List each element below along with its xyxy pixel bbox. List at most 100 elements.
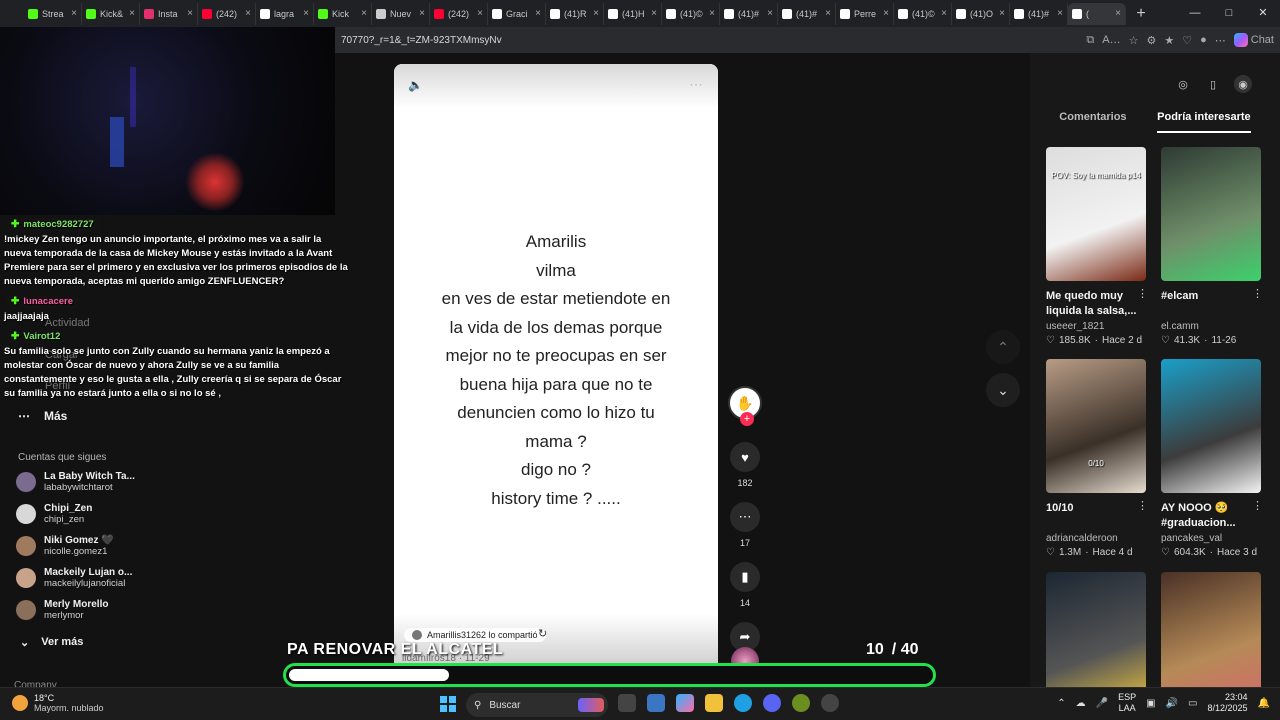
microphone-icon[interactable]: 🎤: [1096, 698, 1108, 709]
followed-account[interactable]: La Baby Witch Ta... lababywitchtarot: [16, 471, 135, 493]
close-tab-icon[interactable]: ×: [187, 8, 193, 19]
video-thumbnail[interactable]: 0/10: [1046, 359, 1146, 493]
browser-tab[interactable]: Graci ×: [488, 2, 546, 25]
card-more-icon[interactable]: ⋮: [1137, 287, 1148, 300]
see-more-button[interactable]: ⌄ Ver más: [20, 636, 83, 649]
close-window-button[interactable]: ✕: [1246, 0, 1280, 27]
url-text[interactable]: 70770?_r=1&_t=ZM-923TXMmsyNv: [341, 35, 1086, 46]
browser-tab[interactable]: (41)# ×: [1010, 2, 1068, 25]
profile-icon[interactable]: ●: [1200, 34, 1207, 46]
repost-icon[interactable]: ↻: [538, 627, 547, 640]
onedrive-icon[interactable]: ☁: [1076, 698, 1086, 709]
browser-tab[interactable]: Kick ×: [314, 2, 372, 25]
app-icon[interactable]: [792, 694, 810, 712]
start-button[interactable]: [440, 696, 456, 712]
close-tab-icon[interactable]: ×: [477, 8, 483, 19]
extensions-icon[interactable]: ⚙: [1146, 34, 1156, 47]
active-browser-tab[interactable]: (×: [1068, 2, 1126, 25]
battery-icon[interactable]: ▭: [1188, 698, 1197, 709]
close-tab-icon[interactable]: ×: [767, 8, 773, 19]
follow-plus-icon[interactable]: +: [740, 412, 754, 426]
browser-tab[interactable]: (242) ×: [198, 2, 256, 25]
weather-widget[interactable]: 18°C Mayorm. nublado: [12, 693, 104, 713]
browser-tab[interactable]: Perre ×: [836, 2, 894, 25]
browser-tab[interactable]: (41)H ×: [604, 2, 662, 25]
browser-tab[interactable]: (41)# ×: [778, 2, 836, 25]
shared-by-chip[interactable]: Amarillis31262 lo compartió: [404, 628, 546, 642]
chat-username-badge[interactable]: ✚ mateoc9282727: [6, 218, 99, 231]
address-bar[interactable]: 70770?_r=1&_t=ZM-923TXMmsyNv ⧉ A… ☆ ⚙ ★ …: [335, 27, 1280, 53]
chat-username-badge[interactable]: ✚ Vairot12: [6, 330, 66, 343]
file-explorer-icon[interactable]: [705, 694, 723, 712]
video-player[interactable]: 🔈 ⋯ Amarilis vilma en ves de estar metiend…: [394, 64, 718, 674]
creator-avatar[interactable]: ✋ +: [728, 386, 762, 426]
obs-icon[interactable]: [821, 694, 839, 712]
network-icon[interactable]: ▣: [1146, 698, 1155, 709]
volume-icon[interactable]: 🔈: [408, 78, 423, 92]
browser-tab[interactable]: lagra ×: [256, 2, 314, 25]
browser-tab[interactable]: Insta ×: [140, 2, 198, 25]
chevron-up-icon[interactable]: ⌃: [1057, 698, 1065, 709]
video-thumbnail[interactable]: [1046, 572, 1146, 706]
followed-account[interactable]: Niki Gomez 🖤 nicolle.gomez1: [16, 535, 114, 557]
followed-account[interactable]: Mackeily Lujan o... mackeilylujanoficial: [16, 567, 132, 589]
close-tab-icon[interactable]: ×: [535, 8, 541, 19]
browser-tab[interactable]: Strea ×: [24, 2, 82, 25]
browser-tab[interactable]: Kick& ×: [82, 2, 140, 25]
like-action[interactable]: ♥ 182: [727, 442, 763, 488]
chat-username-badge[interactable]: ✚ lunacacere: [6, 295, 79, 308]
device-icon[interactable]: ▯: [1204, 75, 1222, 93]
recommended-video-card[interactable]: POV: Soy la mamida p14 ⋮ Me quedo muy liqu…: [1046, 147, 1148, 346]
bookmark-icon[interactable]: ▮: [730, 562, 760, 592]
browser-tab[interactable]: (41)# ×: [720, 2, 778, 25]
volume-icon[interactable]: 🔊: [1166, 698, 1178, 709]
tab-comentarios[interactable]: Comentarios: [1059, 111, 1126, 133]
video-thumbnail[interactable]: [1161, 572, 1261, 706]
recommended-video-card[interactable]: [1161, 572, 1263, 706]
store-icon[interactable]: [647, 694, 665, 712]
open-in-app-icon[interactable]: ⧉: [1086, 34, 1094, 47]
followed-account[interactable]: Merly Morello merlymor: [16, 599, 108, 621]
video-thumbnail[interactable]: [1161, 359, 1261, 493]
recommended-video-card[interactable]: ⋮ #elcam el.camm ♡ 41.3K · 11-26: [1161, 147, 1263, 346]
profile-avatar[interactable]: ◉: [1234, 75, 1252, 93]
read-aloud-icon[interactable]: A…: [1102, 34, 1120, 46]
previous-video-button[interactable]: ⌃: [986, 330, 1020, 364]
close-tab-icon[interactable]: ×: [245, 8, 251, 19]
browser-tab[interactable]: (242) ×: [430, 2, 488, 25]
language-indicator[interactable]: ESP LAA: [1118, 692, 1136, 714]
close-tab-icon[interactable]: ×: [825, 8, 831, 19]
more-menu-icon[interactable]: ⋯: [1215, 34, 1226, 47]
comment-action[interactable]: ⋯ 17: [727, 502, 763, 548]
close-tab-icon[interactable]: ×: [71, 8, 77, 19]
coin-icon[interactable]: ◎: [1174, 75, 1192, 93]
card-more-icon[interactable]: ⋮: [1137, 499, 1148, 512]
save-action[interactable]: ▮ 14: [727, 562, 763, 608]
browser-tab[interactable]: (41)O ×: [952, 2, 1010, 25]
video-thumbnail[interactable]: POV: Soy la mamida p14: [1046, 147, 1146, 281]
close-tab-icon[interactable]: ×: [883, 8, 889, 19]
browser-tab[interactable]: (41)© ×: [894, 2, 952, 25]
close-tab-icon[interactable]: ×: [361, 8, 367, 19]
close-tab-icon[interactable]: ×: [303, 8, 309, 19]
favorite-star-icon[interactable]: ☆: [1129, 34, 1139, 47]
browser-tab[interactable]: (41)R ×: [546, 2, 604, 25]
followed-account[interactable]: Chipi_Zen chipi_zen: [16, 503, 92, 525]
video-thumbnail[interactable]: [1161, 147, 1261, 281]
notification-icon[interactable]: 🔔: [1258, 698, 1270, 709]
close-tab-icon[interactable]: ×: [941, 8, 947, 19]
edge-icon[interactable]: [734, 694, 752, 712]
discord-icon[interactable]: [763, 694, 781, 712]
browser-tab[interactable]: (41)© ×: [662, 2, 720, 25]
copilot-app-icon[interactable]: [676, 694, 694, 712]
tab-podria-interesarte[interactable]: Podría interesarte: [1157, 111, 1251, 133]
close-tab-icon[interactable]: ×: [419, 8, 425, 19]
favorites-icon[interactable]: ★: [1164, 34, 1174, 47]
browser-essentials-icon[interactable]: ♡: [1182, 34, 1192, 47]
maximize-button[interactable]: □: [1212, 0, 1246, 27]
new-tab-button[interactable]: +: [1130, 5, 1152, 23]
recommended-video-card[interactable]: 0/10 ⋮ 10/10 adriancalderoon ♡ 1.3M · Hace 4 d: [1046, 359, 1148, 558]
comment-icon[interactable]: ⋯: [730, 502, 760, 532]
clock[interactable]: 23:04 8/12/2025: [1208, 692, 1248, 714]
nav-more-button[interactable]: ⋯ Más: [18, 409, 67, 423]
